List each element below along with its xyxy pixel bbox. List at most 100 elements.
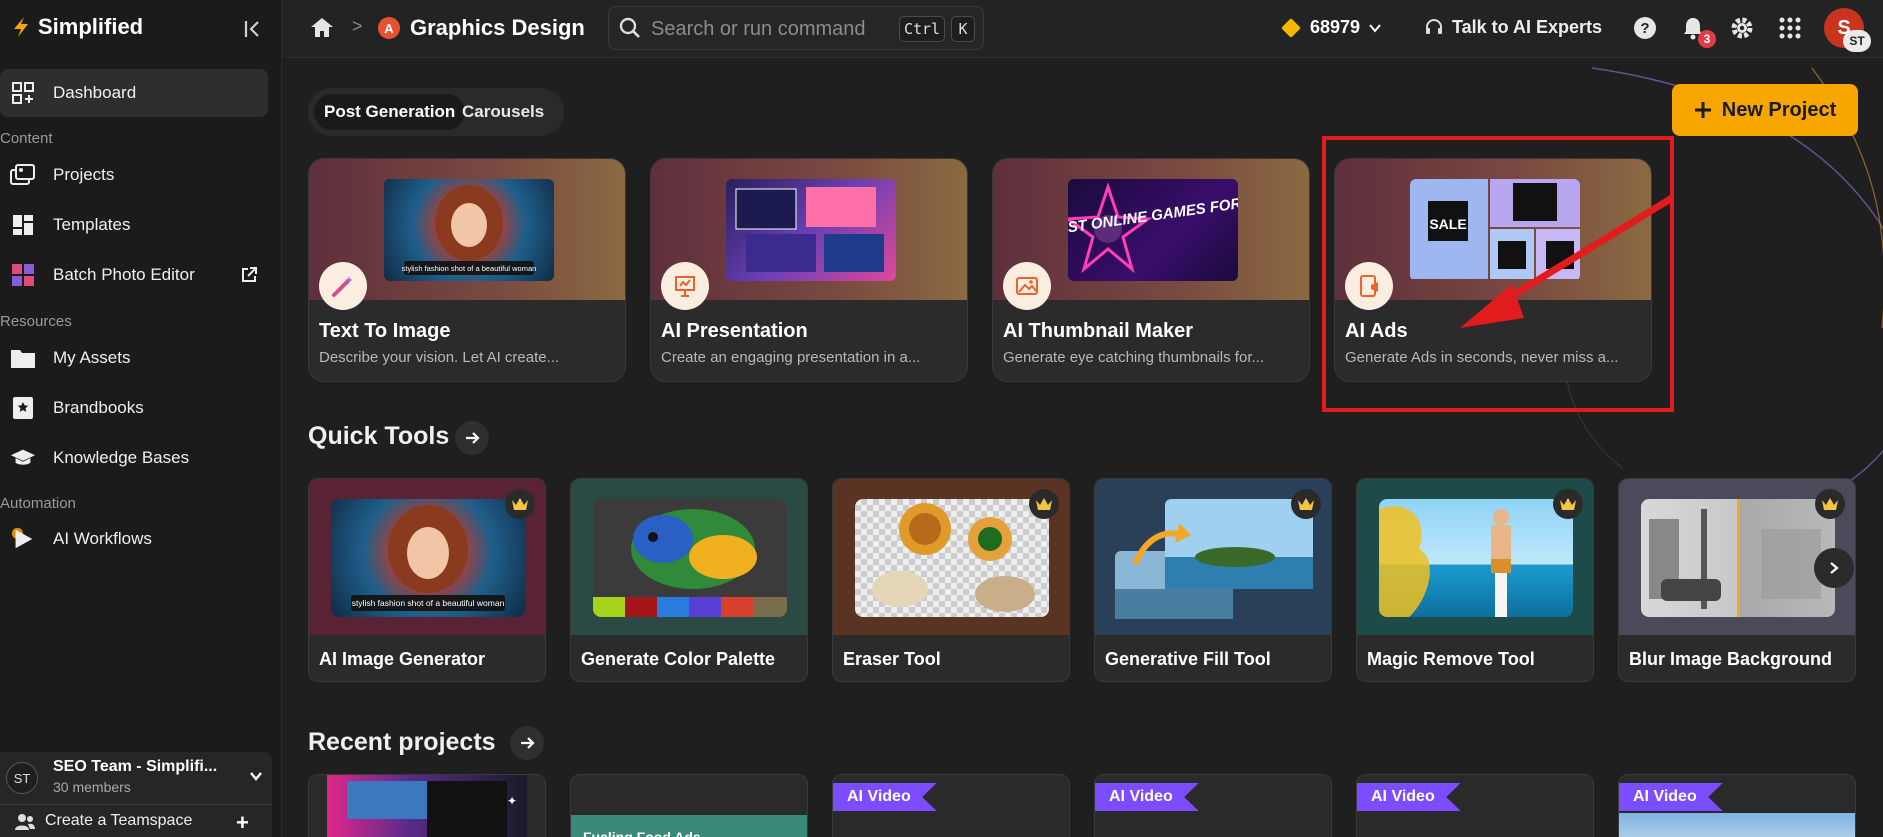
new-project-button[interactable]: New Project: [1672, 84, 1858, 136]
projects-icon: [10, 162, 36, 188]
recent-project-card[interactable]: AI Video: [1094, 774, 1332, 837]
crown-icon: [505, 489, 535, 519]
recent-project-card[interactable]: ✦: [308, 774, 546, 837]
street-blur-icon: [1649, 499, 1821, 617]
talk-to-experts-button[interactable]: Talk to AI Experts: [1424, 17, 1602, 38]
sidebar-item-label: Brandbooks: [53, 398, 144, 417]
sidebar-item-label: Projects: [53, 165, 115, 184]
parrot-palette-icon: [593, 499, 787, 617]
sidebar-item-label: Batch Photo Editor: [53, 265, 195, 284]
graphics-design-icon: A: [378, 17, 400, 39]
sidebar: Simplified Dashboard Content Projects Te…: [0, 0, 282, 837]
svg-text:?: ?: [1640, 20, 1649, 37]
sidebar-item-templates[interactable]: Templates: [0, 201, 268, 249]
tool-card-generate-color-palette[interactable]: Generate Color Palette: [570, 478, 808, 682]
credits-dropdown[interactable]: 68979: [1281, 17, 1382, 38]
feature-title: AI Thumbnail Maker: [1003, 320, 1194, 342]
shortcut-k-key: K: [951, 16, 975, 42]
tool-card-header: [833, 479, 1069, 635]
app-root: Simplified Dashboard Content Projects Te…: [0, 0, 1883, 837]
sidebar-item-batch-photo-editor[interactable]: Batch Photo Editor: [0, 251, 268, 299]
tab-bar: Post Generation Carousels: [308, 88, 564, 136]
people-icon: [15, 814, 35, 830]
arrow-right-icon: [521, 737, 535, 749]
tool-thumbnail: [1641, 499, 1835, 617]
section-label-resources: Resources: [0, 313, 72, 330]
project-thumbnail: ✦: [327, 775, 527, 837]
tab-carousels[interactable]: Carousels: [452, 94, 554, 130]
sidebar-item-dashboard[interactable]: Dashboard: [0, 69, 268, 117]
templates-icon: [10, 212, 36, 238]
tool-card-ai-image-generator[interactable]: stylish fashion shot of a beautiful woma…: [308, 478, 546, 682]
crown-icon: [1815, 489, 1845, 519]
shortcut-ctrl-key: Ctrl: [899, 16, 945, 42]
tool-name: Generate Color Palette: [581, 649, 776, 669]
sidebar-item-label: My Assets: [53, 348, 131, 367]
feature-card-text-to-image[interactable]: stylish fashion shot of a beautiful woma…: [308, 158, 626, 382]
sidebar-item-label: Templates: [53, 215, 131, 234]
gear-icon[interactable]: [1729, 15, 1755, 41]
team-switcher[interactable]: ST SEO Team - Simplifi... 30 members Cre…: [0, 752, 272, 837]
workflow-play-icon: [10, 526, 36, 552]
feature-title: AI Presentation: [661, 320, 808, 342]
recent-project-card[interactable]: AI Video: [832, 774, 1070, 837]
recent-project-card[interactable]: Fueling Food Ads: [570, 774, 808, 837]
page-title[interactable]: Graphics Design: [410, 15, 585, 41]
sidebar-item-label: Dashboard: [53, 83, 137, 102]
external-link-icon[interactable]: [240, 266, 258, 284]
notification-count-badge: 3: [1698, 30, 1716, 48]
sidebar-item-projects[interactable]: Projects: [0, 151, 268, 199]
food-plates-icon: [872, 503, 1035, 612]
credits-diamond-icon: [1281, 17, 1301, 38]
brand-logo[interactable]: Simplified: [10, 14, 143, 40]
feature-card-ai-presentation[interactable]: AI Presentation Create an engaging prese…: [650, 158, 968, 382]
ai-video-tag: AI Video: [1619, 783, 1723, 811]
thumb-headline: BEST ONLINE GAMES FOR BEGINNERS: [1068, 182, 1238, 239]
thumb-caption: stylish fashion shot of a beautiful woma…: [352, 598, 505, 608]
help-icon[interactable]: ?: [1632, 15, 1658, 41]
tool-name: Blur Image Background: [1629, 649, 1833, 669]
tool-thumbnail: [855, 499, 1049, 617]
crown-icon: [1553, 489, 1583, 519]
sidebar-item-my-assets[interactable]: My Assets: [0, 334, 268, 382]
brand-name: Simplified: [38, 14, 144, 39]
chevron-down-icon: [1369, 23, 1381, 33]
new-project-label: New Project: [1721, 98, 1837, 121]
simplified-logo-icon: [14, 17, 28, 37]
crown-icon: [1029, 489, 1059, 519]
collapse-sidebar-icon[interactable]: [241, 17, 265, 41]
quick-tools-title: Quick Tools: [308, 422, 450, 450]
create-teamspace-label: Create a Teamspace: [45, 812, 193, 829]
feature-title: Text To Image: [319, 320, 451, 342]
quick-tools-arrow-button[interactable]: [455, 421, 489, 455]
tool-thumbnail: stylish fashion shot of a beautiful woma…: [331, 499, 525, 617]
svg-text:✦: ✦: [507, 794, 517, 808]
chevron-down-icon[interactable]: [248, 768, 264, 784]
team-avatar: ST: [6, 762, 38, 794]
search-bar[interactable]: Search or run command Ctrl K: [608, 6, 984, 50]
tab-post-generation[interactable]: Post Generation: [314, 94, 466, 130]
beach-person-icon: [1379, 506, 1511, 617]
carousel-next-button[interactable]: [1814, 548, 1854, 588]
ai-video-tag: AI Video: [1095, 783, 1199, 811]
tool-card-generative-fill-tool[interactable]: Generative Fill Tool: [1094, 478, 1332, 682]
tool-card-eraser-tool[interactable]: Eraser Tool: [832, 478, 1070, 682]
tool-card-header: [571, 479, 807, 635]
project-thumbnail: [1619, 813, 1855, 837]
sidebar-item-brandbooks[interactable]: Brandbooks: [0, 384, 268, 432]
create-teamspace-button[interactable]: Create a Teamspace +: [0, 804, 272, 837]
batch-editor-icon: [10, 262, 36, 288]
recent-project-card[interactable]: AI Video: [1618, 774, 1856, 837]
home-icon[interactable]: [310, 16, 334, 38]
feature-card-ai-thumbnail-maker[interactable]: BEST ONLINE GAMES FOR BEGINNERS AI Thumb…: [992, 158, 1310, 382]
sidebar-item-knowledge-bases[interactable]: Knowledge Bases: [0, 434, 268, 482]
apps-grid-icon[interactable]: [1777, 15, 1803, 41]
recent-project-card[interactable]: AI Video: [1356, 774, 1594, 837]
tool-card-magic-remove-tool[interactable]: Magic Remove Tool: [1356, 478, 1594, 682]
plus-icon: [1694, 102, 1711, 118]
game-thumbnail-icon: BEST ONLINE GAMES FOR BEGINNERS: [1068, 182, 1238, 274]
recent-projects-arrow-button[interactable]: [510, 726, 544, 760]
feature-description: Generate eye catching thumbnails for...: [1003, 349, 1264, 366]
project-thumbnail: Fueling Food Ads: [571, 815, 807, 837]
sidebar-item-ai-workflows[interactable]: AI Workflows: [0, 515, 268, 563]
